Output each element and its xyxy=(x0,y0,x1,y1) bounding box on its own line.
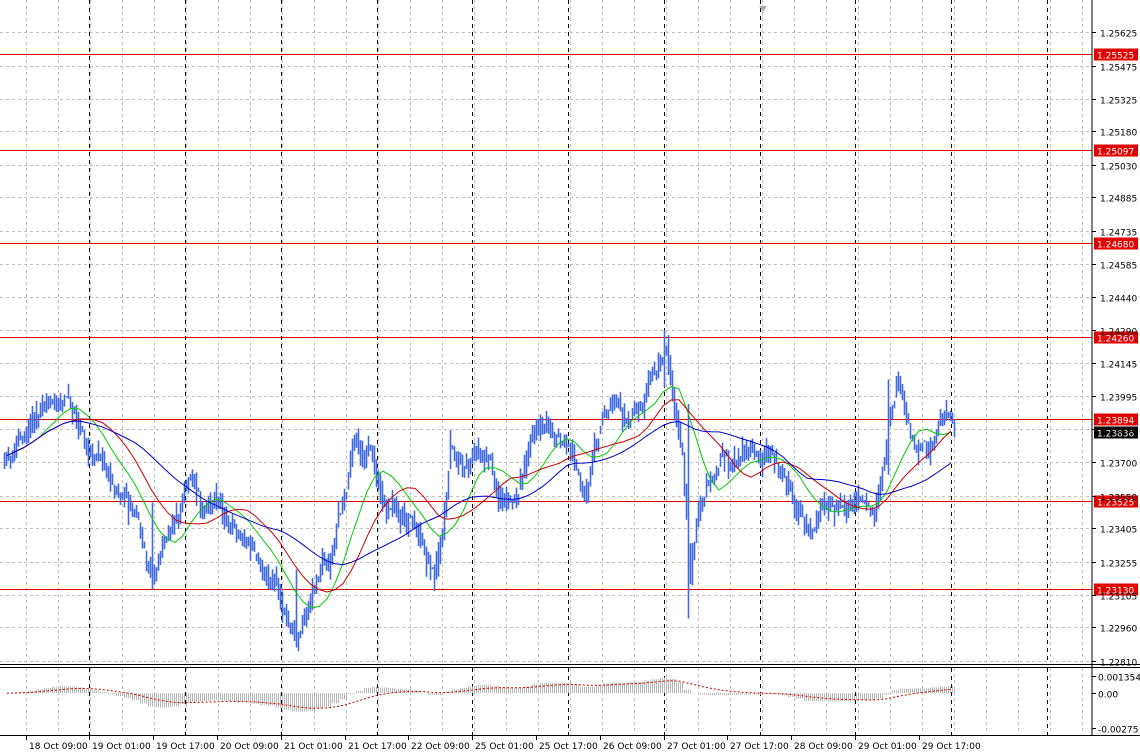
x-tick-label: 27 Oct 01:00 xyxy=(667,742,726,752)
y-tick-label: 1.23850 xyxy=(1100,427,1137,437)
x-tick-label: 25 Oct 01:00 xyxy=(475,742,534,752)
y-tick-label: 1.25325 xyxy=(1100,97,1137,107)
x-tick-label: 22 Oct 09:00 xyxy=(411,742,470,752)
x-tick-label: 19 Oct 01:00 xyxy=(92,742,151,752)
y-tick-label: 1.25625 xyxy=(1100,30,1137,40)
level-label: 1.25525 xyxy=(1097,52,1134,62)
y-tick-label: 1.23105 xyxy=(1100,593,1137,603)
osc-y-tick-label: -0.00275 xyxy=(1098,726,1138,736)
y-tick-label: 1.24440 xyxy=(1100,295,1137,305)
oscillator-panel xyxy=(6,677,955,712)
x-tick-label: 20 Oct 09:00 xyxy=(220,742,279,752)
y-tick-label: 1.23255 xyxy=(1100,560,1137,570)
price-axis[interactable]: 1.25625 1.25475 1.25325 1.25180 1.25030 1.248… xyxy=(1092,30,1137,669)
osc-y-tick-label: 0.001354 xyxy=(1098,674,1140,684)
x-tick-label: 28 Oct 09:00 xyxy=(794,742,853,752)
y-tick-label: 1.23405 xyxy=(1100,526,1137,536)
x-tick-label: 25 Oct 17:00 xyxy=(539,742,598,752)
x-tick-label: 18 Oct 09:00 xyxy=(29,742,88,752)
y-tick-label: 1.25030 xyxy=(1100,163,1137,173)
x-tick-label: 29 Oct 01:00 xyxy=(858,742,917,752)
y-tick-label: 1.25180 xyxy=(1100,129,1137,139)
osc-y-tick-label: 0.00 xyxy=(1098,691,1118,701)
x-tick-label: 27 Oct 17:00 xyxy=(730,742,789,752)
y-tick-label: 1.23700 xyxy=(1100,460,1137,470)
level-label: 1.24680 xyxy=(1097,241,1134,251)
y-tick-label: 1.22960 xyxy=(1100,625,1137,635)
x-tick-label: 26 Oct 09:00 xyxy=(603,742,662,752)
time-axis[interactable]: 18 Oct 09:00 19 Oct 01:00 19 Oct 17:00 20 O… xyxy=(26,736,981,752)
x-tick-label: 21 Oct 17:00 xyxy=(348,742,407,752)
y-tick-label: 1.23550 xyxy=(1100,494,1137,504)
y-tick-label: 1.23995 xyxy=(1100,394,1137,404)
y-tick-label: 1.24290 xyxy=(1100,328,1137,338)
price-chart[interactable]: 1.255251.250971.246801.242601.238941.235… xyxy=(0,0,1140,754)
y-tick-label: 1.24735 xyxy=(1100,229,1137,239)
y-tick-label: 1.24585 xyxy=(1100,262,1137,272)
y-tick-label: 1.24145 xyxy=(1100,361,1137,371)
level-label: 1.25097 xyxy=(1097,148,1134,158)
y-tick-label: 1.22810 xyxy=(1100,659,1137,669)
x-tick-label: 21 Oct 01:00 xyxy=(284,742,343,752)
oscillator-axis: 0.001354 0.00 -0.00275 xyxy=(1092,674,1140,736)
x-tick-label: 29 Oct 17:00 xyxy=(922,742,981,752)
level-label: 1.23894 xyxy=(1097,417,1134,427)
x-tick-label: 19 Oct 17:00 xyxy=(156,742,215,752)
y-tick-label: 1.25475 xyxy=(1100,64,1137,74)
y-tick-label: 1.24885 xyxy=(1100,195,1137,205)
